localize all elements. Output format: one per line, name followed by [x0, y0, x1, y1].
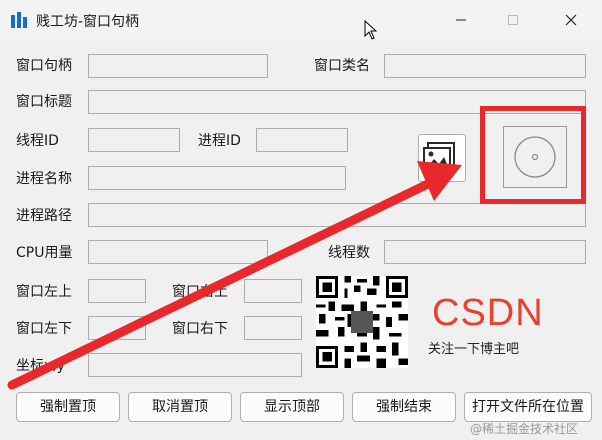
process-path-field[interactable] — [88, 203, 586, 227]
cancel-top-button[interactable]: 取消置顶 — [128, 392, 232, 422]
csdn-logo: CSDN — [432, 292, 544, 334]
open-file-location-button[interactable]: 打开文件所在位置 — [464, 392, 592, 422]
close-icon — [565, 14, 577, 26]
window-handle-field[interactable] — [88, 54, 268, 78]
label-top-left: 窗口左上 — [16, 284, 72, 300]
crosshair-drag-target[interactable] — [503, 126, 567, 188]
force-close-button[interactable]: 强制结束 — [352, 392, 456, 422]
label-process-path: 进程路径 — [16, 208, 72, 224]
crosshair-target-icon — [514, 136, 556, 178]
label-bottom-right: 窗口右下 — [172, 321, 228, 337]
force-top-button[interactable]: 强制置顶 — [16, 392, 120, 422]
process-id-field[interactable] — [256, 128, 348, 152]
label-top-right: 窗口右上 — [172, 284, 228, 300]
window-title: 贱工坊-窗口句柄 — [36, 14, 140, 30]
label-window-title: 窗口标题 — [16, 94, 72, 110]
thread-id-field[interactable] — [88, 128, 180, 152]
label-coordinates: 坐标x,y — [16, 358, 66, 374]
cpu-usage-field[interactable] — [88, 240, 268, 264]
image-icon — [423, 142, 455, 173]
show-top-button[interactable]: 显示顶部 — [240, 392, 344, 422]
maximize-icon — [508, 15, 518, 25]
process-name-field[interactable] — [88, 166, 346, 190]
close-button[interactable] — [548, 6, 594, 34]
label-process-name: 进程名称 — [16, 171, 72, 187]
minimize-button[interactable] — [438, 6, 484, 34]
label-bottom-left: 窗口左下 — [16, 321, 72, 337]
qr-code-icon — [316, 276, 408, 368]
image-picker-button[interactable] — [418, 134, 466, 182]
top-right-field[interactable] — [244, 279, 302, 303]
top-left-field[interactable] — [88, 279, 146, 303]
bottom-right-field[interactable] — [244, 316, 302, 340]
follow-blogger-text: 关注一下博主吧 — [428, 342, 520, 357]
watermark-text: @稀土掘金技术社区 — [470, 422, 579, 436]
label-thread-count: 线程数 — [328, 245, 370, 261]
window-class-field[interactable] — [384, 54, 586, 78]
label-window-class: 窗口类名 — [314, 58, 370, 74]
app-icon — [11, 12, 27, 28]
maximize-button[interactable] — [490, 6, 536, 34]
minimize-icon — [456, 19, 466, 21]
label-cpu-usage: CPU用量 — [16, 245, 73, 261]
label-window-handle: 窗口句柄 — [16, 58, 72, 74]
coordinates-field[interactable] — [88, 353, 302, 377]
bottom-left-field[interactable] — [88, 316, 146, 340]
thread-count-field[interactable] — [384, 240, 586, 264]
label-process-id: 进程ID — [198, 133, 241, 149]
mouse-cursor-icon — [364, 20, 378, 40]
label-thread-id: 线程ID — [16, 133, 59, 149]
title-bar[interactable]: 贱工坊-窗口句柄 — [0, 0, 602, 40]
